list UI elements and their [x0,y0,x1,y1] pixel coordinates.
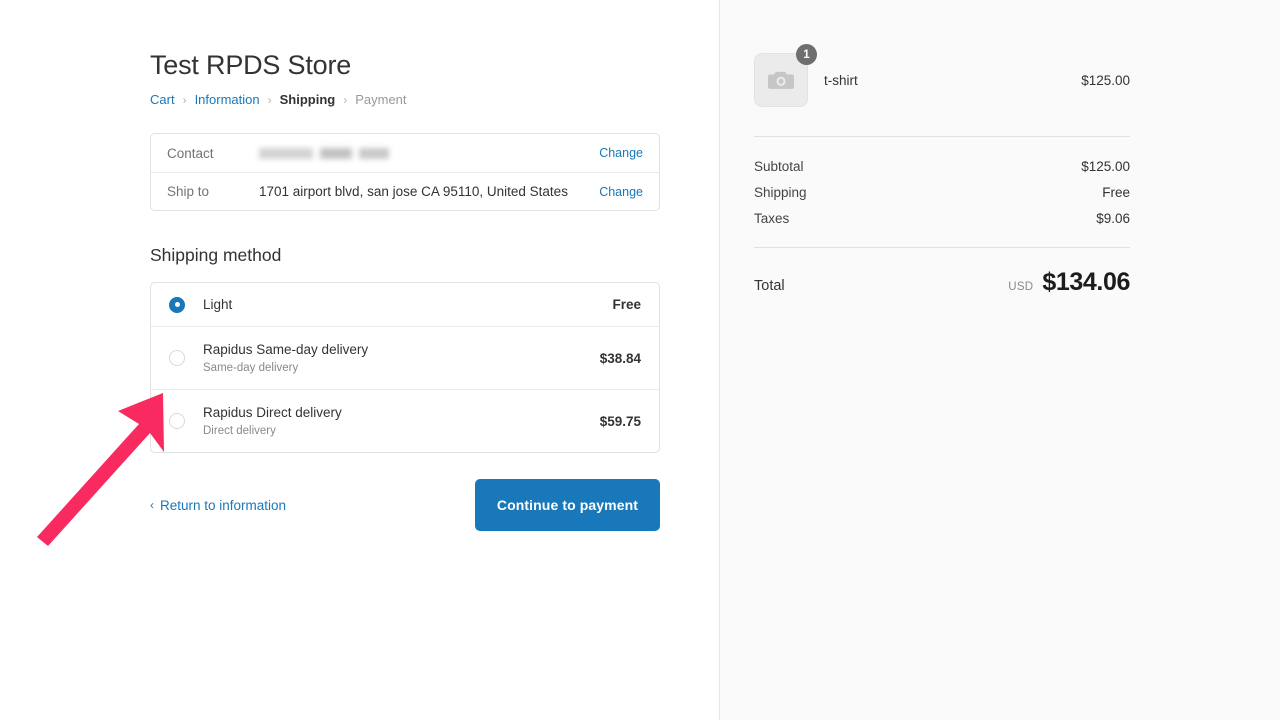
review-row-contact: Contact Change [151,134,659,172]
breadcrumb-item-shipping: Shipping [279,92,336,107]
shipping-option-price: $38.84 [599,350,641,366]
radio-light[interactable] [169,296,185,313]
radio-rapidus-same-day[interactable] [169,350,185,366]
quantity-badge: 1 [796,44,817,65]
summary-row-shipping: Shipping Free [754,185,1130,200]
change-contact-link[interactable]: Change [599,146,643,160]
change-ship-to-link[interactable]: Change [599,185,643,199]
summary-total-divider [754,247,1130,248]
product-name: t-shirt [824,72,858,88]
shipping-option-rapidus-same-day[interactable]: Rapidus Same-day delivery Same-day deliv… [151,326,659,389]
contact-label: Contact [167,145,214,161]
shipping-option-text: Light [203,296,612,314]
shipping-option-name: Light [203,296,233,312]
shipping-option-rapidus-direct[interactable]: Rapidus Direct delivery Direct delivery … [151,389,659,452]
breadcrumb-item-cart[interactable]: Cart [150,92,175,108]
order-review-card: Contact Change Ship to 1701 airport blvd… [150,133,660,211]
summary-row-total: Total USD $134.06 [754,268,1130,297]
continue-to-payment-button[interactable]: Continue to payment [474,479,660,531]
shipping-option-price: Free [612,297,641,312]
total-amount-group: USD $134.06 [1008,268,1130,297]
shipping-option-text: Rapidus Direct delivery Direct delivery [203,404,600,439]
breadcrumb-separator-icon: › [343,93,348,107]
breadcrumb-separator-icon: › [182,93,187,107]
summary-row-subtotal: Subtotal $125.00 [754,159,1130,174]
breadcrumb-separator-icon: › [267,93,272,107]
breadcrumb: Cart › Information › Shipping › Payment [150,92,660,108]
shipping-label: Shipping [754,185,807,200]
product-thumbnail-wrap: 1 [754,44,817,107]
review-row-ship-to: Ship to 1701 airport blvd, san jose CA 9… [151,172,659,210]
shipping-value: Free [1102,185,1130,200]
currency-code: USD [1008,281,1034,293]
ship-to-label: Ship to [167,184,210,199]
contact-value [259,147,599,159]
order-line-item: 1 t-shirt $125.00 [754,44,1130,112]
redacted-contact-value [259,147,599,159]
shipping-option-name: Rapidus Direct delivery [203,404,342,420]
chevron-left-icon: ‹ [150,498,154,512]
checkout-actions: ‹ Return to information Continue to paym… [150,479,660,531]
breadcrumb-item-payment: Payment [355,92,407,107]
order-summary-content: 1 t-shirt $125.00 Subtotal $125.00 Shipp… [754,44,1130,297]
taxes-label: Taxes [754,211,790,226]
subtotal-label: Subtotal [754,159,804,174]
breadcrumb-item-information[interactable]: Information [195,92,260,108]
order-summary-panel: 1 t-shirt $125.00 Subtotal $125.00 Shipp… [719,0,1280,720]
total-value: $134.06 [1042,268,1130,296]
return-to-information-link[interactable]: ‹ Return to information [150,498,286,513]
summary-row-taxes: Taxes $9.06 [754,211,1130,226]
checkout-content: Test RPDS Store Cart › Information › Shi… [150,48,660,531]
shipping-option-description: Direct delivery [203,424,276,437]
page-title: Test RPDS Store [150,50,352,80]
return-to-information-label: Return to information [160,497,287,513]
shipping-method-heading: Shipping method [150,245,282,265]
shipping-option-light[interactable]: Light Free [151,283,659,326]
total-label: Total [754,278,785,294]
checkout-main-column: Test RPDS Store Cart › Information › Shi… [0,0,719,720]
checkout-page: Test RPDS Store Cart › Information › Shi… [0,0,1280,720]
shipping-option-description: Same-day delivery [203,361,299,374]
taxes-value: $9.06 [1096,211,1130,226]
shipping-option-price: $59.75 [599,413,641,429]
shipping-method-list: Light Free Rapidus Same-day delivery Sam… [150,282,660,453]
summary-divider [754,136,1130,137]
shipping-option-text: Rapidus Same-day delivery Same-day deliv… [203,341,600,376]
subtotal-value: $125.00 [1081,159,1130,174]
shipping-option-name: Rapidus Same-day delivery [203,341,369,357]
ship-to-value: 1701 airport blvd, san jose CA 95110, Un… [259,184,568,199]
product-price: $125.00 [1081,72,1130,88]
radio-rapidus-direct[interactable] [169,413,185,429]
